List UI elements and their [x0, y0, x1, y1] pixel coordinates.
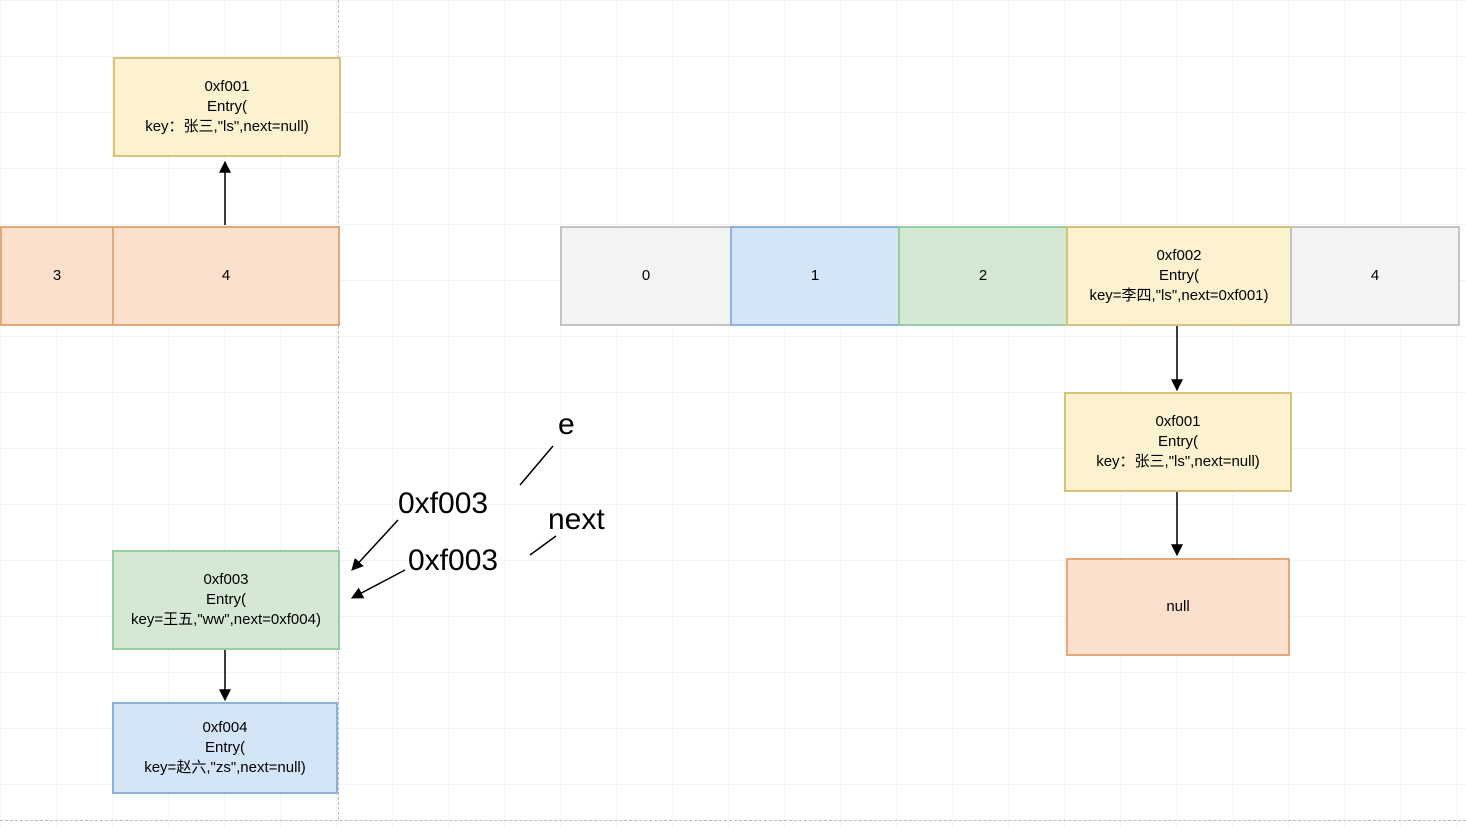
cell-value: 4 — [222, 266, 230, 286]
addr: 0xf002 — [1156, 246, 1201, 266]
entry-node-green[interactable]: 0xf003 Entry( key=王五,"ww",next=0xf004) — [112, 550, 340, 650]
label: Entry( — [207, 97, 247, 117]
detail: key：张三,"ls",next=null) — [145, 117, 309, 137]
right-array-cell-3[interactable]: 0xf002 Entry( key=李四,"ls",next=0xf001) — [1066, 226, 1290, 326]
addr: 0xf001 — [1155, 412, 1200, 432]
label: Entry( — [1159, 266, 1199, 286]
detail: key=李四,"ls",next=0xf001) — [1089, 286, 1268, 306]
addr: 0xf004 — [202, 718, 247, 738]
detail: key：张三,"ls",next=null) — [1096, 452, 1260, 472]
null-node[interactable]: null — [1066, 558, 1290, 656]
addr: 0xf001 — [204, 77, 249, 97]
label-e: e — [558, 408, 575, 442]
cell-value: 4 — [1371, 266, 1379, 286]
right-array-cell-1[interactable]: 1 — [730, 226, 898, 326]
detail: key=赵六,"zs",next=null) — [144, 758, 306, 778]
left-array-cell-3[interactable]: 3 — [0, 226, 112, 326]
entry-node-top[interactable]: 0xf001 Entry( key：张三,"ls",next=null) — [113, 57, 341, 157]
label-next: next — [548, 503, 605, 537]
cell-value: 2 — [979, 266, 987, 286]
label: Entry( — [205, 738, 245, 758]
right-array-cell-0[interactable]: 0 — [560, 226, 730, 326]
cell-value: 0 — [642, 266, 650, 286]
entry-node-blue[interactable]: 0xf004 Entry( key=赵六,"zs",next=null) — [112, 702, 338, 794]
right-array-cell-4[interactable]: 4 — [1290, 226, 1460, 326]
left-array-cell-4[interactable]: 4 — [112, 226, 340, 326]
cell-value: 3 — [53, 266, 61, 286]
cell-value: 1 — [811, 266, 819, 286]
addr: 0xf003 — [203, 570, 248, 590]
label: Entry( — [206, 590, 246, 610]
null-label: null — [1166, 597, 1189, 617]
right-array-cell-2[interactable]: 2 — [898, 226, 1066, 326]
label-addr-e: 0xf003 — [398, 487, 488, 521]
label: Entry( — [1158, 432, 1198, 452]
entry-node-right[interactable]: 0xf001 Entry( key：张三,"ls",next=null) — [1064, 392, 1292, 492]
label-addr-next: 0xf003 — [408, 544, 498, 578]
detail: key=王五,"ww",next=0xf004) — [131, 610, 321, 630]
